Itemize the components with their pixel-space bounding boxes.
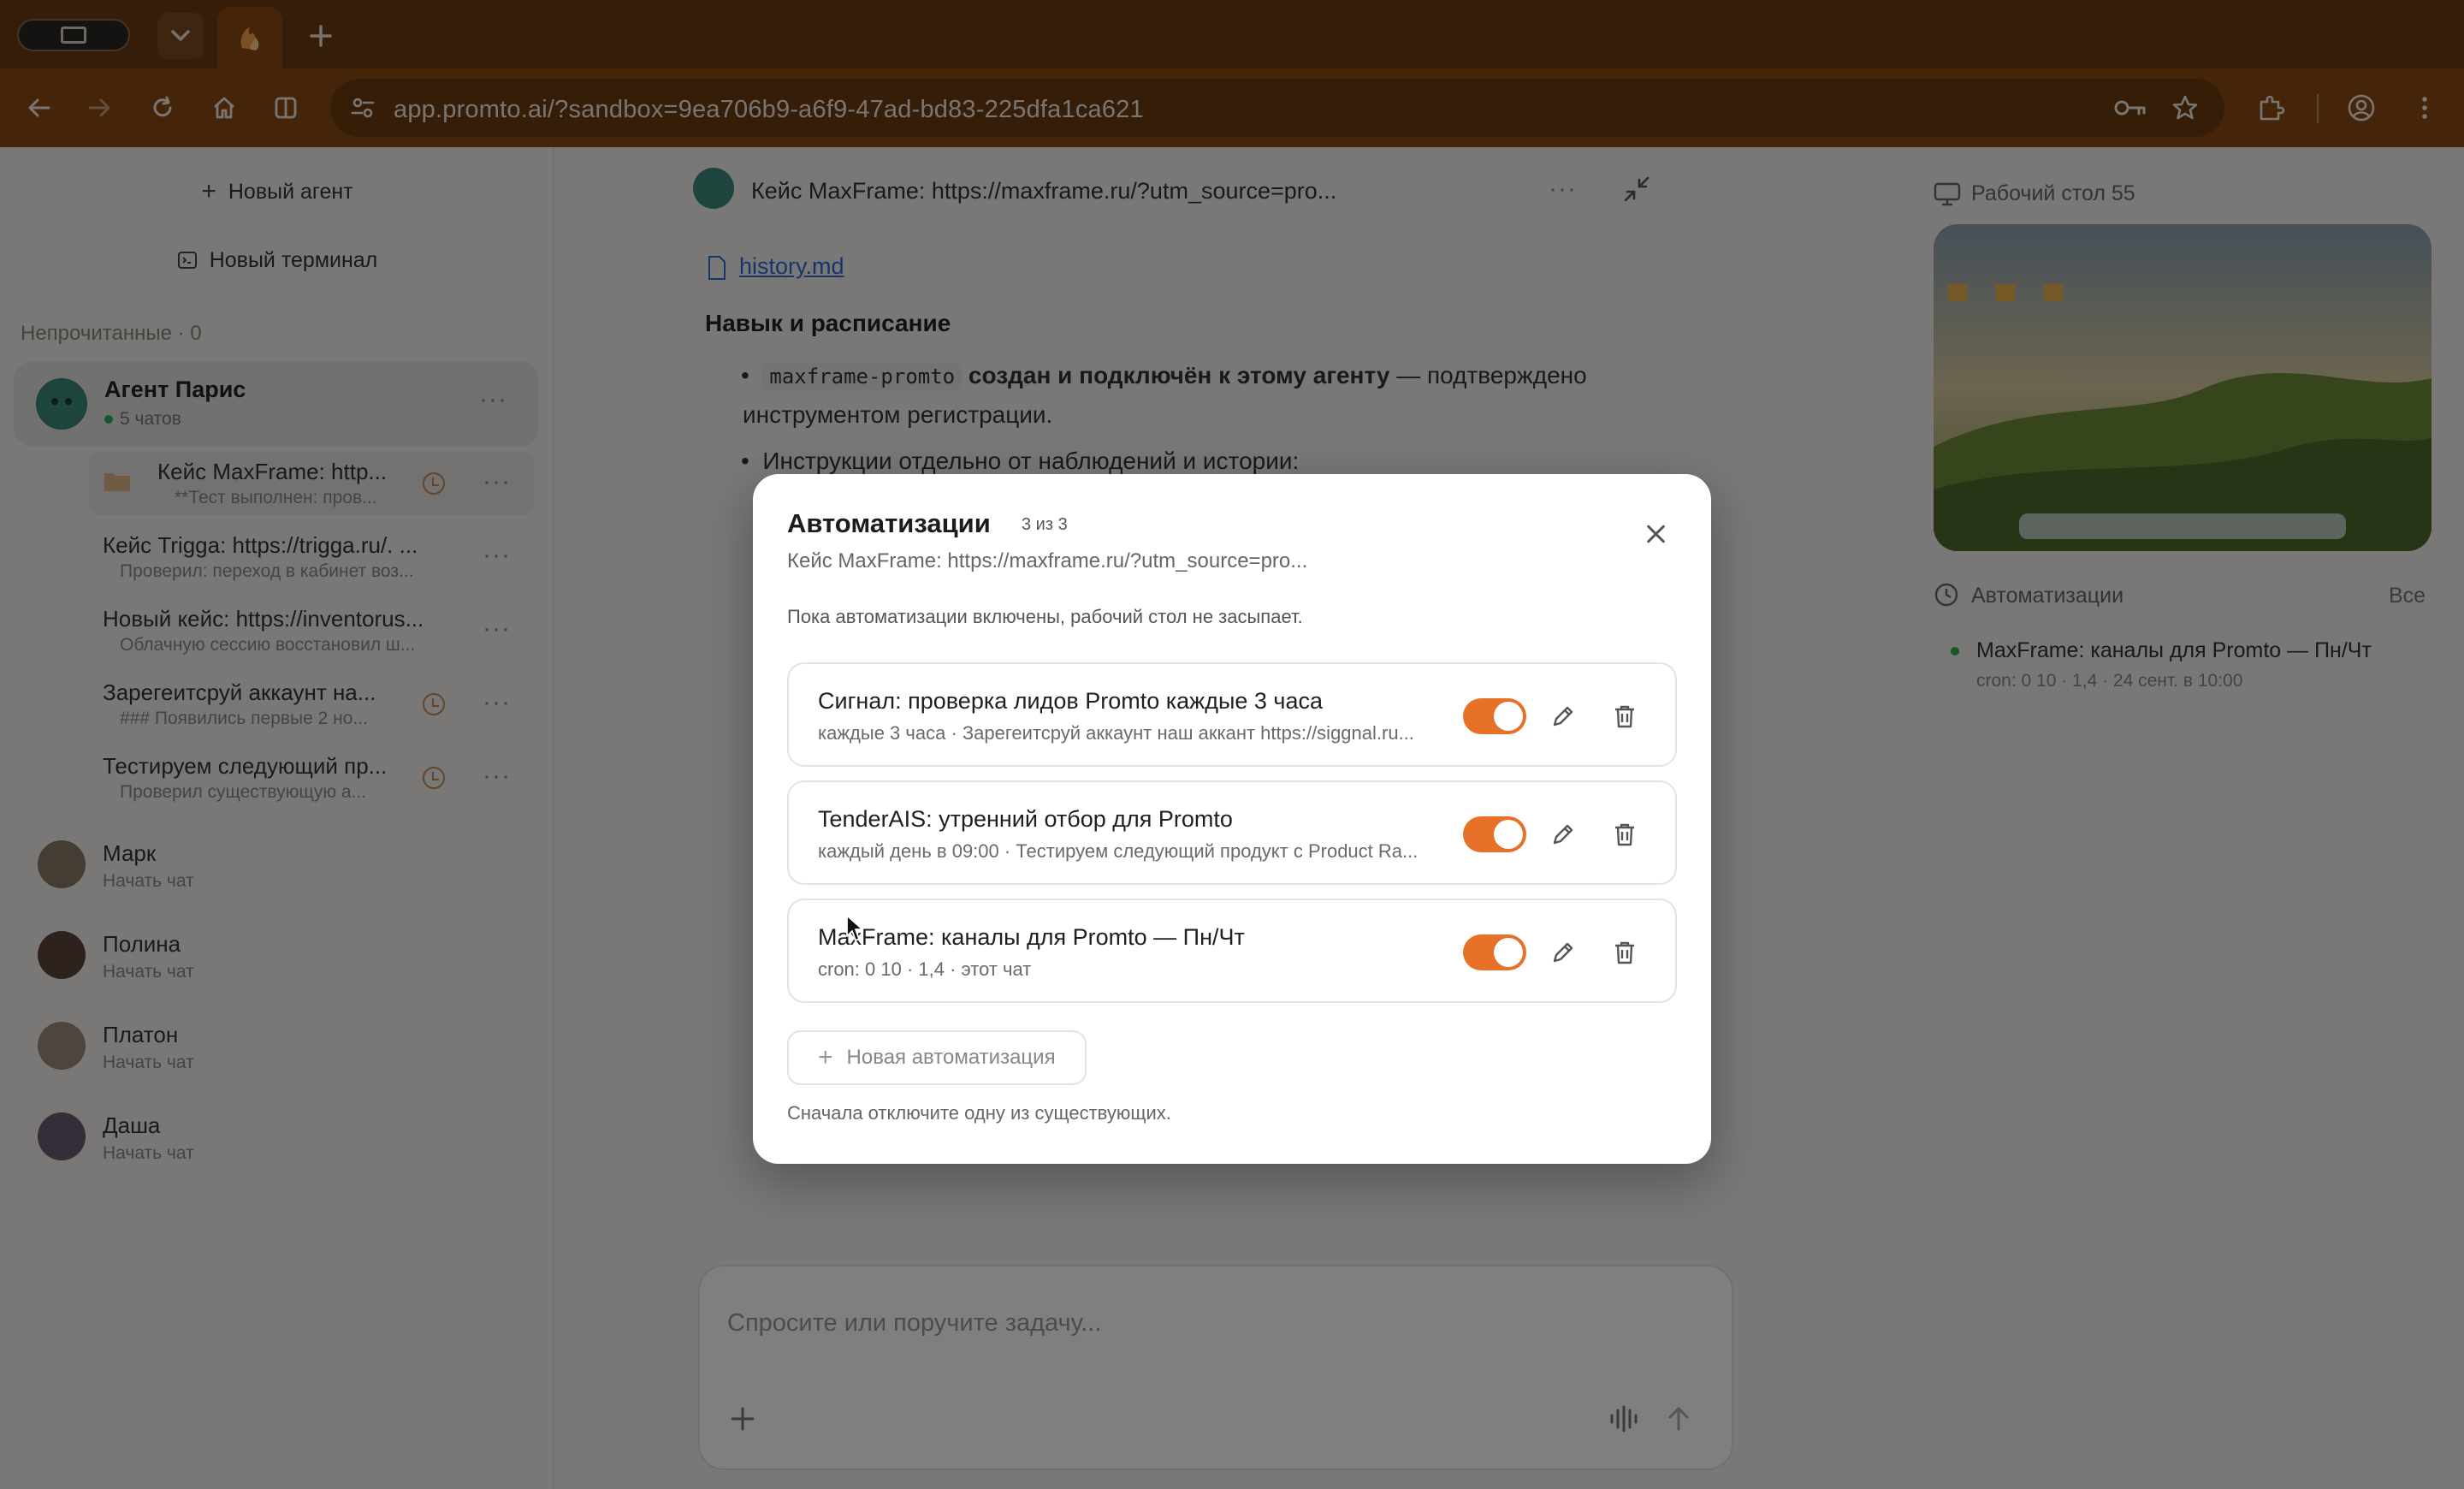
- trash-icon: [1615, 823, 1634, 846]
- edit-automation-button[interactable]: [1545, 698, 1581, 734]
- automation-title: Сигнал: проверка лидов Promto каждые 3 ч…: [818, 688, 1324, 714]
- close-icon[interactable]: [1639, 517, 1673, 551]
- pencil-icon: [1553, 942, 1573, 963]
- new-automation-button[interactable]: + Новая автоматизация: [787, 1030, 1087, 1085]
- plus-icon: +: [818, 1043, 833, 1071]
- automation-card: MaxFrame: каналы для Promto — Пн/Чт cron…: [787, 899, 1677, 1003]
- automation-description: каждые 3 часа · Зарегеитсруй аккаунт наш…: [818, 722, 1414, 744]
- automation-card: Сигнал: проверка лидов Promto каждые 3 ч…: [787, 662, 1677, 767]
- mouse-cursor-icon: [846, 915, 863, 941]
- pencil-icon: [1553, 706, 1573, 727]
- automation-toggle[interactable]: [1463, 816, 1526, 852]
- modal-subtitle: Кейс MaxFrame: https://maxframe.ru/?utm_…: [787, 549, 1308, 572]
- new-automation-label: Новая автоматизация: [846, 1046, 1056, 1069]
- automation-title: MaxFrame: каналы для Promto — Пн/Чт: [818, 924, 1245, 950]
- automation-count: 3 из 3: [1022, 515, 1068, 534]
- automation-card: TenderAIS: утренний отбор для Promto каж…: [787, 780, 1677, 885]
- modal-footer-hint: Сначала отключите одну из существующих.: [787, 1102, 1171, 1124]
- automation-toggle[interactable]: [1463, 934, 1526, 970]
- delete-automation-button[interactable]: [1607, 816, 1643, 852]
- trash-icon: [1615, 941, 1634, 964]
- automation-description: cron: 0 10 · 1,4 · этот чат: [818, 958, 1032, 980]
- automation-toggle[interactable]: [1463, 698, 1526, 734]
- automation-title: TenderAIS: утренний отбор для Promto: [818, 806, 1233, 832]
- toggle-knob: [1494, 820, 1523, 849]
- pencil-icon: [1553, 824, 1573, 845]
- delete-automation-button[interactable]: [1607, 698, 1643, 734]
- toggle-knob: [1494, 938, 1523, 967]
- modal-title: Автоматизации: [787, 508, 991, 538]
- automations-modal: Автоматизации 3 из 3 Кейс MaxFrame: http…: [753, 474, 1711, 1164]
- toggle-knob: [1494, 702, 1523, 731]
- modal-note: Пока автоматизации включены, рабочий сто…: [787, 606, 1303, 627]
- trash-icon: [1615, 705, 1634, 728]
- automation-description: каждый день в 09:00 · Тестируем следующи…: [818, 840, 1419, 862]
- edit-automation-button[interactable]: [1545, 816, 1581, 852]
- delete-automation-button[interactable]: [1607, 934, 1643, 970]
- edit-automation-button[interactable]: [1545, 934, 1581, 970]
